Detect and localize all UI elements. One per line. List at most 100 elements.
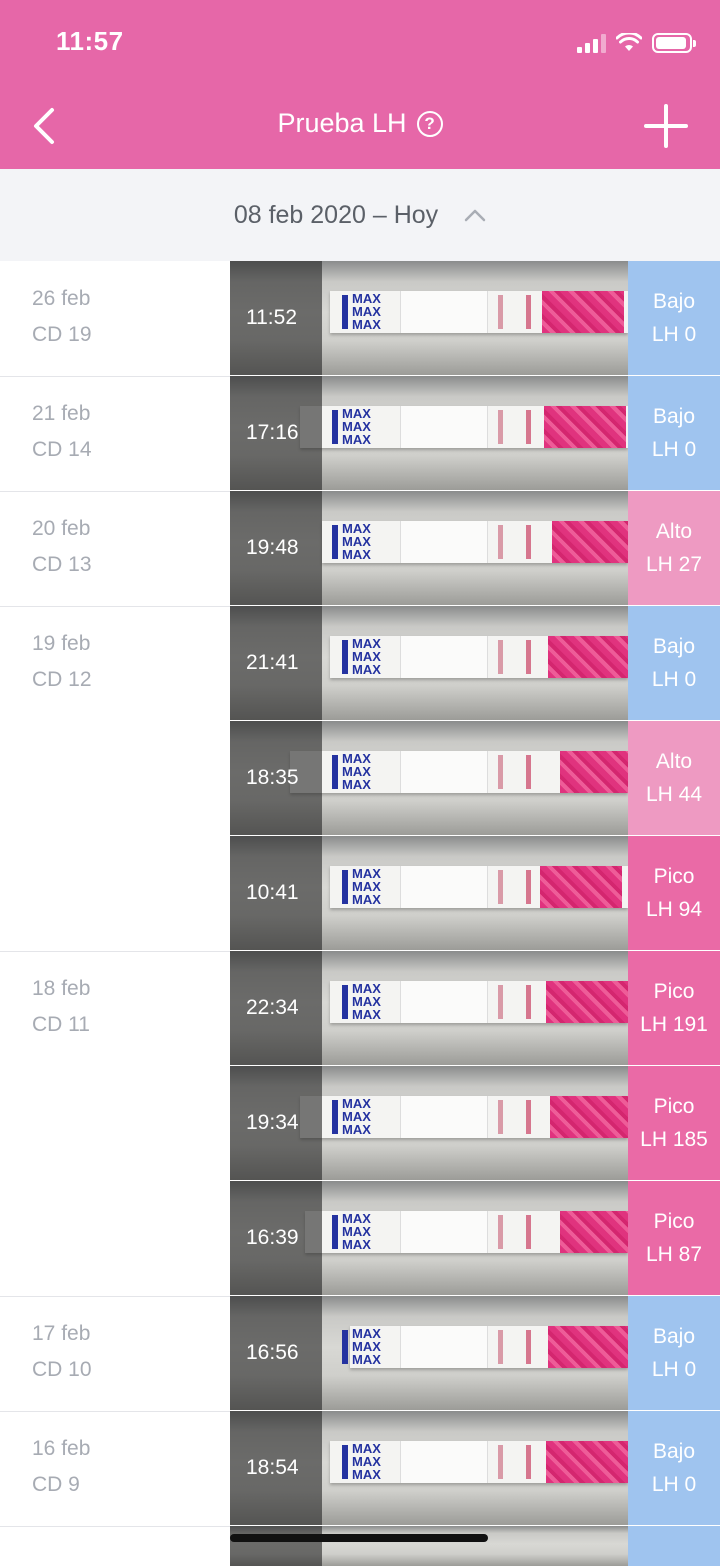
day-label: 16 feb CD 9: [32, 1431, 90, 1503]
test-strip-photo[interactable]: MAX MAX MAX 16:56: [230, 1296, 628, 1410]
day-divider: [0, 1526, 230, 1527]
result-badge[interactable]: Bajo LH 0: [628, 1411, 720, 1525]
max-arrow-mark: MAX MAX MAX: [332, 1096, 390, 1138]
day-label: 20 feb CD 13: [32, 511, 92, 583]
result-badge[interactable]: Pico LH 185: [628, 1066, 720, 1180]
strip-handle: [548, 636, 628, 678]
control-line: [526, 985, 531, 1019]
result-badge[interactable]: Bajo LH 0: [628, 1296, 720, 1410]
test-strip-photo[interactable]: MAX MAX MAX 21:41: [230, 606, 628, 720]
test-time: 18:35: [246, 766, 299, 789]
photo-shade: [230, 1526, 322, 1566]
status-icons: [577, 30, 696, 56]
test-time: 10:41: [246, 881, 299, 904]
strip-handle: [560, 1211, 628, 1253]
test-strip-photo[interactable]: MAX MAX MAX 10:41: [230, 836, 628, 950]
test-time: 19:48: [246, 536, 299, 559]
test-strip-photo[interactable]: MAX MAX MAX 22:34: [230, 951, 628, 1065]
date-range-selector[interactable]: 08 feb 2020 – Hoy: [0, 169, 720, 261]
strip-window: [400, 636, 488, 678]
test-strip: MAX MAX MAX: [330, 1441, 628, 1483]
test-line: [498, 1445, 503, 1479]
strip-handle: [546, 1441, 628, 1483]
day-date: 17 feb: [32, 1322, 91, 1345]
test-strip-photo[interactable]: MAX MAX MAX 11:52: [230, 261, 628, 375]
help-icon[interactable]: ?: [416, 111, 443, 137]
test-strip: MAX MAX MAX: [330, 981, 628, 1023]
test-strip: MAX MAX MAX: [300, 1096, 628, 1138]
result-badge[interactable]: [628, 1526, 720, 1566]
test-line: [498, 410, 503, 444]
add-plus-icon[interactable]: [642, 102, 690, 150]
test-strip-photo[interactable]: MAX MAX MAX 16:39: [230, 1181, 628, 1295]
test-strip-photo[interactable]: MAX MAX MAX 18:35: [230, 721, 628, 835]
max-arrow-mark: MAX MAX MAX: [342, 291, 400, 333]
max-arrow-mark: MAX MAX MAX: [342, 981, 400, 1023]
strip-window: [400, 751, 488, 793]
result-level: Bajo: [652, 1440, 696, 1463]
day-divider: [0, 951, 230, 952]
strip-window: [400, 1326, 488, 1368]
test-strip: MAX MAX MAX: [330, 291, 628, 333]
strip-window: [400, 1211, 488, 1253]
strip-window: [400, 1441, 488, 1483]
test-strip: MAX MAX MAX: [305, 1211, 628, 1253]
result-badge[interactable]: Bajo LH 0: [628, 261, 720, 375]
result-lh-value: LH 94: [645, 898, 703, 921]
result-badge[interactable]: Alto LH 27: [628, 491, 720, 605]
day-date: 21 feb: [32, 402, 91, 425]
result-lh-value: LH 0: [651, 668, 697, 691]
result-badge[interactable]: Pico LH 191: [628, 951, 720, 1065]
chevron-up-icon: [464, 209, 486, 222]
result-badge[interactable]: Bajo LH 0: [628, 376, 720, 490]
day-date: 16 feb: [32, 1437, 91, 1460]
test-strip-photo[interactable]: MAX MAX MAX 19:34: [230, 1066, 628, 1180]
result-badge[interactable]: Pico LH 87: [628, 1181, 720, 1295]
strip-handle: [560, 751, 628, 793]
strip-window: [400, 981, 488, 1023]
cycle-day: CD 19: [32, 323, 92, 346]
strip-window: [400, 866, 488, 908]
control-line: [526, 1445, 531, 1479]
strip-window: [400, 1096, 488, 1138]
result-lh-value: LH 27: [645, 553, 703, 576]
control-line: [526, 870, 531, 904]
strip-handle: [540, 866, 622, 908]
result-badge[interactable]: Bajo LH 0: [628, 606, 720, 720]
result-badge[interactable]: Pico LH 94: [628, 836, 720, 950]
wifi-icon: [616, 33, 642, 51]
day-divider: [0, 1411, 230, 1412]
day-date: 20 feb: [32, 517, 91, 540]
max-arrow-mark: MAX MAX MAX: [342, 1326, 400, 1368]
battery-icon: [652, 33, 696, 53]
strip-handle: [546, 981, 628, 1023]
control-line: [526, 1215, 531, 1249]
result-badge[interactable]: Alto LH 44: [628, 721, 720, 835]
test-strip-photo[interactable]: MAX MAX MAX 19:48: [230, 491, 628, 605]
cycle-day: CD 13: [32, 553, 92, 576]
test-strip-photo[interactable]: MAX MAX MAX 17:16: [230, 376, 628, 490]
test-time: 21:41: [246, 651, 299, 674]
test-time: 22:34: [246, 996, 299, 1019]
cellular-signal-icon: [577, 33, 606, 53]
day-divider: [0, 1296, 230, 1297]
result-level: Bajo: [652, 635, 696, 658]
result-lh-value: LH 191: [640, 1013, 708, 1036]
test-strip-photo[interactable]: [230, 1526, 628, 1566]
max-arrow-mark: MAX MAX MAX: [342, 1441, 400, 1483]
control-line: [526, 295, 531, 329]
result-lh-value: LH 0: [651, 323, 697, 346]
cycle-day: CD 11: [32, 1013, 90, 1036]
day-date: 19 feb: [32, 632, 91, 655]
day-label: 26 feb CD 19: [32, 281, 92, 353]
home-indicator: [230, 1534, 488, 1542]
test-strip: MAX MAX MAX: [290, 751, 628, 793]
test-strip-photo[interactable]: MAX MAX MAX 18:54: [230, 1411, 628, 1525]
cycle-day: CD 12: [32, 668, 92, 691]
test-strip: MAX MAX MAX: [300, 406, 628, 448]
result-level: Pico: [653, 1210, 695, 1233]
max-arrow-mark: MAX MAX MAX: [342, 636, 400, 678]
test-time: 17:16: [246, 421, 299, 444]
max-arrow-mark: MAX MAX MAX: [332, 751, 390, 793]
result-level: Bajo: [652, 290, 696, 313]
